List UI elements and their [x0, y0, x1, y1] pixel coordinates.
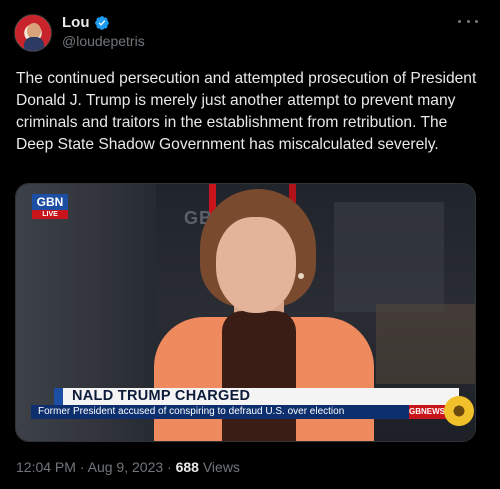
views-label: Views [202, 459, 240, 475]
views-count[interactable]: 688 [176, 459, 199, 475]
channel-logo-text: GBN [32, 194, 68, 210]
author-display-name[interactable]: Lou [62, 14, 90, 31]
headline-accent [54, 388, 63, 405]
more-options-icon[interactable] [458, 14, 478, 28]
face [216, 217, 296, 313]
meta-separator: · [79, 459, 85, 475]
tweet-date[interactable]: Aug 9, 2023 [88, 459, 164, 475]
avatar-body [24, 37, 44, 51]
live-badge: LIVE [32, 210, 68, 219]
tweet-text: The continued persecution and attempted … [16, 70, 477, 153]
video-thumbnail[interactable]: GBN GBN LIVE NALD TRUMP CHARGED Former P… [15, 183, 476, 442]
tweet-card: Lou @loudepetris The continued persecuti… [0, 0, 500, 489]
verified-badge-icon[interactable] [94, 15, 110, 31]
news-headline: NALD TRUMP CHARGED [72, 388, 251, 404]
news-subline: Former President accused of conspiring t… [38, 406, 345, 417]
channel-logo: GBN LIVE [32, 194, 68, 219]
turtleneck [222, 311, 296, 441]
author-name-row: Lou [62, 14, 110, 31]
earring [298, 273, 304, 279]
meta-separator: · [167, 459, 172, 475]
sunflower-decoration [444, 396, 474, 426]
avatar[interactable] [14, 14, 52, 52]
studio-panel [376, 304, 475, 384]
author-handle[interactable]: @loudepetris [62, 33, 145, 49]
tweet-time[interactable]: 12:04 PM [16, 459, 76, 475]
tweet-meta: 12:04 PM · Aug 9, 2023 · 688 Views [16, 459, 240, 475]
